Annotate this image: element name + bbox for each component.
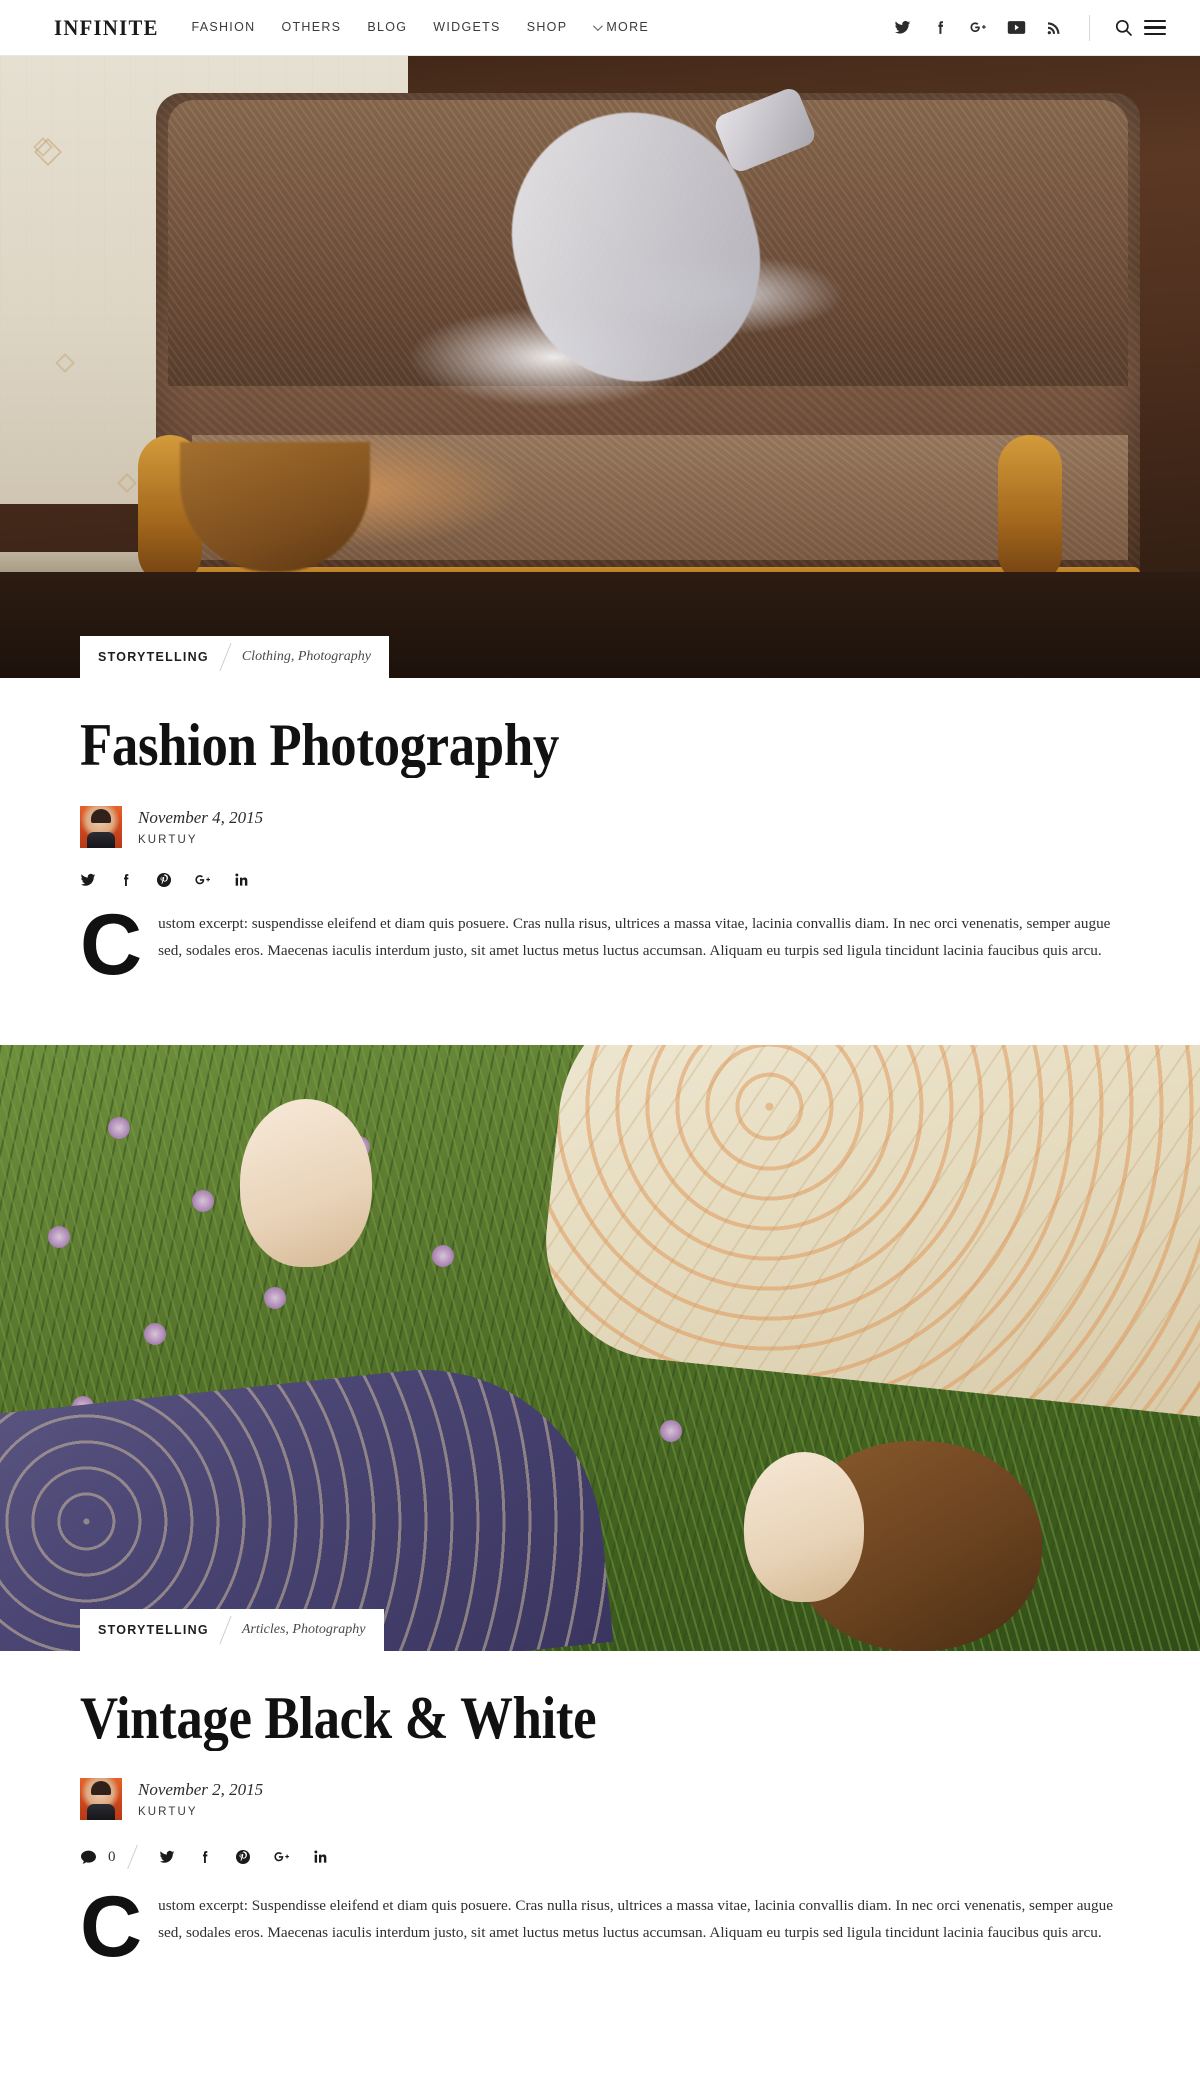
featured-image-art-fashion-photography: [0, 56, 1200, 678]
share-pinterest-icon[interactable]: [156, 872, 172, 888]
header-social-bar: [879, 12, 1176, 44]
featured-image[interactable]: STORYTELLING Clothing, Photography: [0, 56, 1200, 678]
rss-icon[interactable]: [1039, 12, 1069, 44]
author-avatar[interactable]: [80, 1778, 122, 1821]
search-icon[interactable]: [1110, 15, 1136, 41]
category-label[interactable]: STORYTELLING: [98, 1623, 209, 1637]
nav-item-others[interactable]: OTHERS: [281, 21, 341, 34]
scene-clover: [192, 1190, 214, 1213]
featured-image[interactable]: STORYTELLING Articles, Photography: [0, 1044, 1200, 1651]
scene-sofa-arm-right: [998, 434, 1062, 585]
post-excerpt-wrapper: C ustom excerpt: Suspendisse eleifend et…: [80, 1879, 1120, 2009]
nav-item-blog[interactable]: BLOG: [367, 21, 407, 34]
featured-image-art-vintage-black-white: [0, 1044, 1200, 1651]
post-title[interactable]: Vintage Black & White: [80, 1651, 995, 1751]
nav-item-fashion[interactable]: FASHION: [191, 21, 255, 34]
main-navigation: FASHION OTHERS BLOG WIDGETS SHOP MORE: [191, 21, 649, 34]
post-author[interactable]: KURTUY: [138, 834, 263, 846]
post-excerpt: ustom excerpt: suspendisse eleifend et d…: [158, 914, 1111, 959]
comment-count: 0: [108, 1848, 116, 1865]
post-author[interactable]: KURTUY: [138, 1806, 263, 1818]
post-meta: November 2, 2015 KURTUY: [80, 1778, 1120, 1821]
nav-item-more-label: MORE: [606, 20, 650, 35]
share-pinterest-icon[interactable]: [235, 1849, 251, 1865]
share-facebook-icon[interactable]: [118, 872, 134, 888]
google-plus-icon[interactable]: [963, 12, 993, 44]
share-twitter-icon[interactable]: [80, 872, 96, 888]
category-badge: STORYTELLING Articles, Photography: [80, 1608, 384, 1651]
chevron-down-icon: [593, 21, 604, 32]
category-badge: STORYTELLING Clothing, Photography: [80, 636, 389, 678]
post-title[interactable]: Fashion Photography: [80, 678, 995, 778]
share-twitter-icon[interactable]: [159, 1849, 175, 1865]
drop-cap: C: [80, 1879, 143, 1976]
post-date: November 2, 2015: [138, 1780, 264, 1800]
post-separator: [0, 1026, 1200, 1045]
post-body: Fashion Photography November 4, 2015 KUR…: [0, 678, 1200, 1027]
hamburger-menu-icon[interactable]: [1142, 15, 1168, 41]
post-meta-text: November 4, 2015 KURTUY: [138, 808, 263, 846]
scene-clover: [432, 1244, 454, 1267]
nav-item-more[interactable]: MORE: [593, 21, 649, 34]
scene-model-a-face: [240, 1099, 372, 1268]
post-excerpt: ustom excerpt: Suspendisse eleifend et d…: [158, 1897, 1113, 1942]
share-google-plus-icon[interactable]: [273, 1849, 291, 1865]
drop-cap: C: [80, 896, 143, 993]
site-header: INFINITE FASHION OTHERS BLOG WIDGETS SHO…: [0, 0, 1200, 56]
post-meta-text: November 2, 2015 KURTUY: [138, 1780, 263, 1818]
badge-divider: [219, 1615, 232, 1644]
nav-item-widgets[interactable]: WIDGETS: [433, 21, 500, 34]
twitter-icon[interactable]: [887, 12, 917, 44]
category-label[interactable]: STORYTELLING: [98, 650, 209, 664]
post-body: Vintage Black & White November 2, 2015 K…: [0, 1651, 1200, 2010]
tags-label[interactable]: Articles, Photography: [242, 1622, 366, 1638]
post-article: STORYTELLING Articles, Photography Vinta…: [0, 1044, 1200, 2010]
share-google-plus-icon[interactable]: [194, 872, 212, 888]
share-divider: [126, 1845, 138, 1870]
author-avatar[interactable]: [80, 805, 122, 848]
scene-clover: [264, 1287, 286, 1310]
facebook-icon[interactable]: [925, 12, 955, 44]
tags-label[interactable]: Clothing, Photography: [242, 649, 371, 665]
share-row: 0: [80, 1844, 1120, 1870]
post-article: STORYTELLING Clothing, Photography Fashi…: [0, 56, 1200, 1027]
share-facebook-icon[interactable]: [197, 1849, 213, 1865]
scene-model-b-face: [744, 1452, 864, 1603]
comments-link[interactable]: 0: [80, 1849, 116, 1866]
share-linkedin-icon[interactable]: [313, 1849, 329, 1865]
post-date: November 4, 2015: [138, 807, 264, 827]
post-meta: November 4, 2015 KURTUY: [80, 805, 1120, 848]
share-linkedin-icon[interactable]: [234, 872, 250, 888]
youtube-icon[interactable]: [1001, 12, 1031, 44]
burger-lines: [1144, 19, 1166, 36]
comment-bubble-icon: [81, 1850, 96, 1864]
badge-divider: [219, 642, 232, 672]
post-excerpt-wrapper: C ustom excerpt: suspendisse eleifend et…: [80, 896, 1120, 1027]
site-logo[interactable]: INFINITE: [54, 16, 159, 39]
share-row: [80, 872, 1120, 888]
nav-item-shop[interactable]: SHOP: [527, 21, 568, 34]
header-divider: [1089, 14, 1090, 41]
